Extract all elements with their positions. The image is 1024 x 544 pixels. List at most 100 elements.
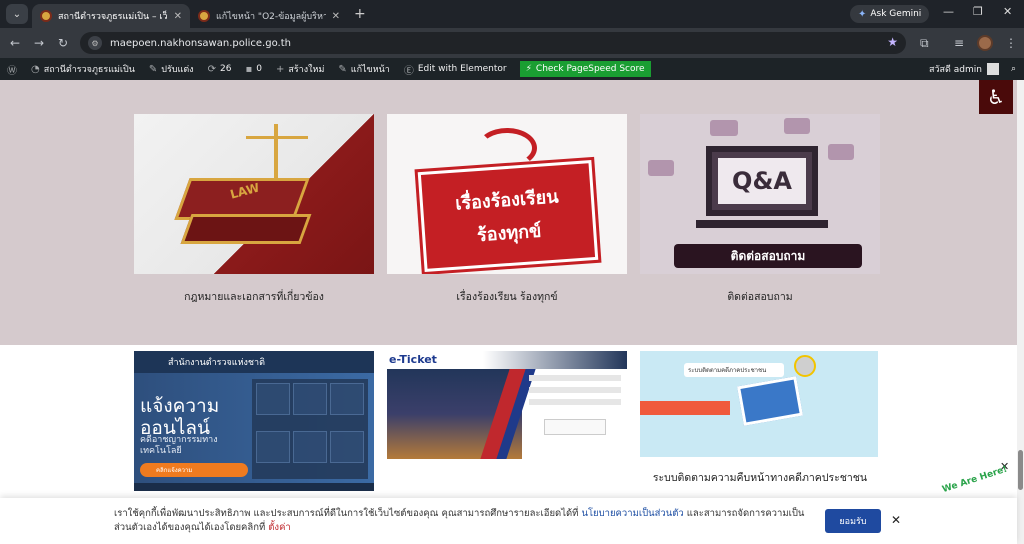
address-bar[interactable]: ⚙ maepoen.nakhonsawan.police.go.th ★	[80, 32, 906, 54]
back-icon[interactable]: ←	[10, 36, 20, 50]
police-logo-icon	[794, 355, 816, 377]
ask-gemini-label: Ask Gemini	[870, 9, 922, 19]
browser-tab-active[interactable]: สถานีตำรวจภูธรแม่เปิน – เว็ปข้อมูลส ✕	[32, 4, 190, 28]
card-caption[interactable]: กฎหมายและเอกสารที่เกี่ยวข้อง	[134, 288, 374, 305]
scrollbar-thumb[interactable]	[1018, 450, 1023, 490]
accessibility-button[interactable]: ♿	[979, 80, 1013, 114]
megaphone-icon	[477, 128, 537, 168]
scale-beam	[246, 136, 308, 139]
chat-bubble-icon	[648, 160, 674, 176]
window-close-icon[interactable]: ✕	[1003, 5, 1012, 18]
web-icon	[330, 431, 364, 463]
reading-list-icon[interactable]: ≡	[954, 36, 964, 50]
qa-screen: Q&A	[718, 158, 806, 204]
screen-icon	[736, 376, 804, 426]
complaint-sign: เรื่องร้องเรียน ร้องทุกข์	[417, 160, 599, 272]
card-eticket[interactable]: e-Ticket	[387, 351, 627, 471]
card-caption[interactable]: ติดต่อสอบถาม	[640, 288, 880, 305]
wp-updates[interactable]: ⟳ 26	[201, 58, 239, 80]
complaint-image: เรื่องร้องเรียน ร้องทุกข์	[387, 114, 627, 274]
laptop-icon: Q&A	[706, 146, 818, 216]
report-subtitle: คดีอาชญากรรมทาง เทคโนโลยี	[140, 435, 218, 457]
wp-logo[interactable]: Ⓦ	[0, 58, 24, 80]
chat-bubble-icon	[828, 144, 854, 160]
reload-icon[interactable]: ↻	[58, 36, 68, 50]
report-sub2: เทคโนโลยี	[140, 446, 182, 456]
comment-icon: ▪	[245, 63, 253, 75]
cookie-text: เราใช้คุกกี้เพื่อพัฒนาประสิทธิภาพ และประ…	[114, 507, 814, 535]
elementor-label: Edit with Elementor	[417, 64, 507, 74]
phone-icon	[256, 383, 290, 415]
form-icon	[293, 431, 327, 463]
wp-site-name[interactable]: ◔ สถานีตำรวจภูธรแม่เปิน	[24, 58, 142, 80]
minimize-icon[interactable]: —	[943, 5, 954, 18]
report-footer	[134, 483, 374, 491]
form-row	[529, 387, 621, 393]
admin-avatar[interactable]	[986, 63, 999, 75]
plus-icon: +	[275, 63, 285, 75]
police-favicon-icon	[40, 10, 52, 22]
site-info-icon[interactable]: ⚙	[88, 36, 102, 50]
scale-icon	[274, 124, 278, 184]
updates-icon: ⟳	[207, 63, 216, 75]
browser-menu-icon[interactable]: ⋮	[1005, 36, 1017, 50]
tab-search-button[interactable]: ⌄	[6, 4, 28, 24]
orange-stripe	[640, 401, 730, 415]
card-caption[interactable]: ระบบติดตามความคืบหน้าทางคดีภาคประชาชน	[640, 469, 880, 486]
tab-close-icon[interactable]: ✕	[174, 11, 182, 22]
form-row	[529, 375, 621, 381]
card-contact[interactable]: Q&A ติดต่อสอบถาม ติดต่อสอบถาม	[640, 114, 880, 314]
wp-comments[interactable]: ▪ 0	[238, 58, 269, 80]
privacy-policy-link[interactable]: นโยบายความเป็นส่วนตัว	[581, 508, 683, 519]
browser-tab[interactable]: แก้ไขหน้า "O2-ข้อมูลผู้บริหาร อัตรา ✕	[190, 4, 348, 28]
law-image: LAW	[134, 114, 374, 274]
dashboard-icon: ◔	[31, 63, 40, 75]
greeting-label[interactable]: สวัสดี admin	[929, 62, 982, 76]
wp-new[interactable]: + สร้างใหม่	[269, 58, 331, 80]
cookie-accept-button[interactable]: ยอมรับ	[825, 509, 881, 533]
ask-gemini-button[interactable]: ✦ Ask Gemini	[850, 5, 930, 23]
tracking-bar: ระบบติดตามคดีภาคประชาชน	[684, 363, 784, 377]
cookie-settings-link[interactable]: ตั้งค่า	[268, 522, 291, 533]
site-name-label: สถานีตำรวจภูธรแม่เปิน	[43, 65, 135, 75]
report-sub1: คดีอาชญากรรมทาง	[140, 435, 218, 445]
pagespeed-button[interactable]: ⚡ Check PageSpeed Score	[519, 61, 651, 77]
chat-bubble-icon	[784, 118, 810, 134]
card-law[interactable]: LAW กฎหมายและเอกสารที่เกี่ยวข้อง	[134, 114, 374, 314]
cookie-close-icon[interactable]: ✕	[891, 513, 901, 527]
captcha-box	[544, 419, 606, 435]
wp-admin-bar: Ⓦ ◔ สถานีตำรวจภูธรแม่เปิน ✎ ปรับแต่ง ⟳ 2…	[0, 58, 1024, 80]
card-online-report[interactable]: สำนักงานตำรวจแห่งชาติ แจ้งความ ออนไลน์ ค…	[134, 351, 374, 491]
law-book	[180, 214, 312, 244]
eticket-image: e-Ticket	[387, 351, 627, 471]
eticket-title: e-Ticket	[389, 353, 437, 366]
report-icon-grid	[252, 379, 368, 479]
tab-close-icon[interactable]: ✕	[332, 11, 340, 22]
chat-bubble-icon	[710, 120, 738, 136]
card-case-tracking[interactable]: ระบบติดตามคดีภาคประชาชน ระบบติดตามความคื…	[640, 351, 880, 501]
restore-icon[interactable]: ❐	[973, 5, 983, 18]
page-scrollbar[interactable]	[1017, 80, 1024, 544]
wp-elementor[interactable]: Ⓔ Edit with Elementor	[397, 58, 514, 80]
report-click-button: คลิกแจ้งความ	[140, 463, 248, 477]
chat-icon	[330, 383, 364, 415]
new-tab-button[interactable]: +	[354, 6, 366, 22]
police-favicon-icon	[198, 10, 210, 22]
gemini-sparkle-icon: ✦	[858, 8, 867, 20]
card-caption[interactable]: เรื่องร้องเรียน ร้องทุกข์	[387, 288, 627, 305]
tab-title: สถานีตำรวจภูธรแม่เปิน – เว็ปข้อมูลส	[58, 12, 168, 22]
wp-customize[interactable]: ✎ ปรับแต่ง	[142, 58, 201, 80]
wheelchair-icon: ♿	[987, 85, 1005, 109]
updates-count: 26	[219, 64, 232, 74]
cookie-consent-bar: เราใช้คุกกี้เพื่อพัฒนาประสิทธิภาพ และประ…	[0, 498, 1017, 544]
contact-banner: ติดต่อสอบถาม	[674, 244, 862, 268]
profile-avatar[interactable]	[977, 35, 993, 51]
wp-edit-page[interactable]: ✎ แก้ไขหน้า	[331, 58, 396, 80]
forward-icon[interactable]: →	[34, 36, 44, 50]
form-row	[529, 399, 621, 405]
extensions-icon[interactable]: ⧉	[920, 36, 929, 51]
bookmark-star-icon[interactable]: ★	[887, 35, 898, 49]
search-icon[interactable]: ⌕	[1011, 64, 1016, 74]
card-complaint[interactable]: เรื่องร้องเรียน ร้องทุกข์ เรื่องร้องเรีย…	[387, 114, 627, 314]
online-report-image: สำนักงานตำรวจแห่งชาติ แจ้งความ ออนไลน์ ค…	[134, 351, 374, 491]
